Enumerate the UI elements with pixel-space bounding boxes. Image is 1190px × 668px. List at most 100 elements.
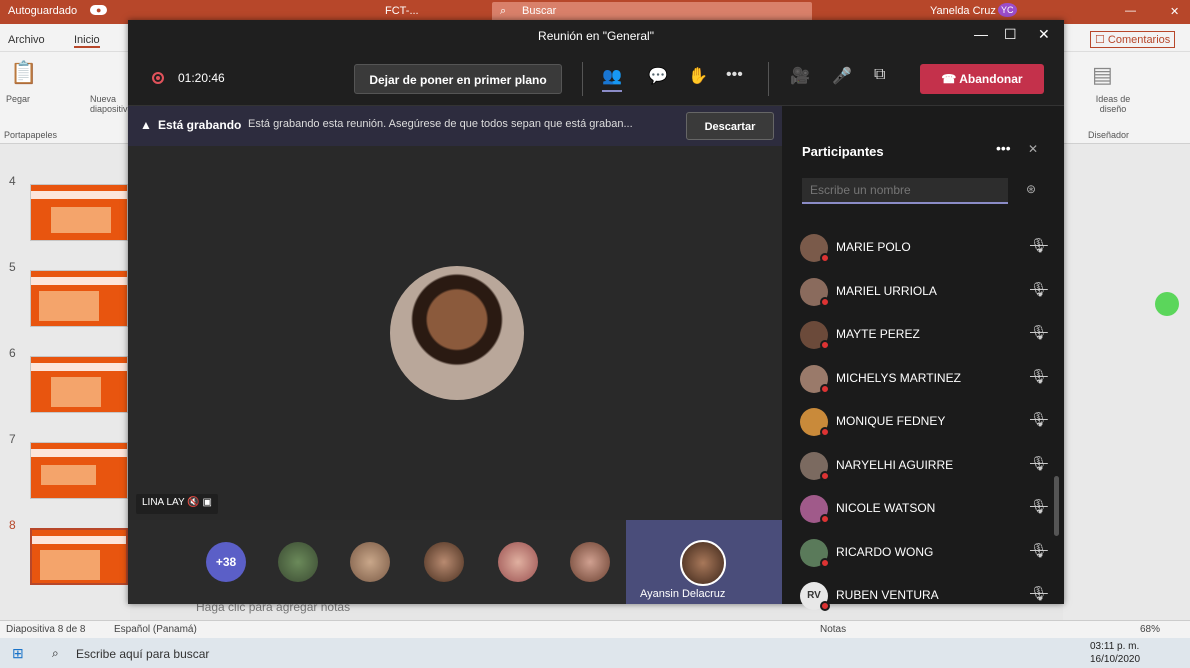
slide-thumb-7[interactable] (30, 442, 128, 499)
panel-scrollbar[interactable] (1054, 476, 1059, 536)
minimize-icon[interactable]: — (1125, 5, 1136, 17)
design-ideas-icon[interactable]: ▤ (1092, 62, 1113, 88)
chat-icon[interactable]: 💬 (648, 66, 668, 86)
participant-row[interactable]: NARYELHI AGUIRRE 🎙 (800, 448, 1050, 484)
spotlight-video[interactable] (390, 266, 524, 400)
featured-participant-tile[interactable]: Ayansin Delacruz (626, 520, 782, 604)
unspotlight-button[interactable]: Dejar de poner en primer plano (354, 64, 562, 94)
participants-panel: Participantes ••• ✕ ⊛ MARIE POLO🎙 MARIEL … (782, 106, 1064, 611)
participant-video-tile[interactable] (498, 542, 538, 582)
microphone-icon[interactable]: 🎤 (832, 66, 852, 86)
mic-muted-icon: 🎙 (1030, 280, 1048, 297)
participant-video-tile[interactable] (424, 542, 464, 582)
presence-badge (820, 340, 830, 350)
tab-archivo[interactable]: Archivo (8, 34, 45, 46)
comments-button[interactable]: ☐ Comentarios (1090, 31, 1176, 48)
avatar (800, 234, 830, 263)
dismiss-button[interactable]: Descartar (686, 112, 774, 140)
participant-video-tile[interactable] (278, 542, 318, 582)
more-participants-button[interactable]: +38 (206, 542, 246, 582)
avatar (800, 538, 830, 568)
participant-row[interactable]: RICARDO WONG 🎙 (800, 535, 1050, 571)
new-slide-label[interactable]: Nueva diapositiva (90, 94, 133, 114)
slide-canvas-edge (1063, 144, 1190, 620)
green-dot (1155, 292, 1179, 316)
more-options-icon[interactable]: ••• (726, 66, 743, 84)
status-bar: Diapositiva 8 de 8 Español (Panamá) Nota… (0, 620, 1190, 638)
windows-start-icon[interactable]: ⊞ (12, 645, 24, 662)
participant-row[interactable]: RV RUBEN VENTURA 🎙 (800, 578, 1050, 614)
comments-label: Comentarios (1107, 34, 1171, 46)
participant-row[interactable]: MAYTE PEREZ 🎙 (800, 317, 1050, 353)
camera-off-icon[interactable]: 🎥 (790, 66, 810, 86)
divider (768, 62, 769, 96)
more-options-icon[interactable]: ••• (996, 140, 1011, 156)
recording-text: Está grabando esta reunión. Asegúrese de… (248, 118, 633, 130)
participant-row[interactable]: NICOLE WATSON 🎙 (800, 491, 1050, 527)
paste-label: Pegar (6, 94, 31, 104)
slide-thumb-8[interactable] (30, 528, 128, 585)
featured-avatar (680, 540, 726, 586)
presence-badge (820, 253, 830, 263)
panel-title: Participantes (802, 144, 884, 159)
autosave-toggle[interactable]: ● (90, 5, 108, 15)
participants-icon[interactable]: 👥 (602, 66, 622, 92)
leave-label: Abandonar (959, 72, 1023, 86)
participant-video-tile[interactable] (350, 542, 390, 582)
search-icon: ⌕ (500, 5, 507, 17)
design-ideas-label[interactable]: Ideas de diseño (1088, 94, 1138, 114)
user-avatar[interactable]: YC (998, 3, 1017, 17)
zoom-level[interactable]: 68% (1140, 624, 1160, 635)
presence-badge (820, 514, 830, 524)
avatar (800, 321, 830, 350)
participant-search-input[interactable] (802, 178, 1008, 204)
presence-badge (820, 470, 830, 481)
participant-video-tile[interactable] (570, 542, 610, 582)
recording-icon (152, 72, 164, 84)
close-icon[interactable]: ✕ (1038, 26, 1050, 43)
clock-date[interactable]: 16/10/2020 (1090, 654, 1140, 665)
share-invite-icon[interactable]: ⊛ (1026, 182, 1036, 196)
featured-name: Ayansin Delacruz (640, 588, 726, 600)
mic-muted-icon: 🎙 (1030, 411, 1048, 427)
participant-name: RUBEN VENTURA (836, 588, 939, 602)
notes-button[interactable]: Notas (820, 624, 846, 635)
slide-number: 7 (9, 432, 16, 446)
mic-muted-icon: 🎙 (1030, 367, 1048, 384)
minimize-icon[interactable]: — (974, 26, 988, 42)
slide-number: 5 (9, 260, 16, 274)
taskbar-search[interactable]: Escribe aquí para buscar (76, 647, 209, 661)
recording-strong: Está grabando (158, 118, 242, 132)
slide-thumb-5[interactable] (30, 270, 128, 327)
slide-thumb-4[interactable] (30, 184, 128, 241)
mic-muted-icon: 🔇 ▣ (187, 497, 212, 508)
close-panel-icon[interactable]: ✕ (1028, 142, 1038, 156)
phone-hangup-icon: ☎ (941, 72, 960, 86)
tab-inicio[interactable]: Inicio (74, 34, 100, 48)
status-slide-count: Diapositiva 8 de 8 (6, 624, 86, 635)
ppt-search-box[interactable]: ⌕ Buscar (492, 2, 812, 22)
spotlight-stage: LINA LAY 🔇 ▣ (128, 146, 782, 520)
presence-badge (820, 601, 830, 611)
leave-button[interactable]: ☎ Abandonar (920, 64, 1044, 94)
slide-thumb-6[interactable] (30, 356, 128, 413)
participant-name: MARIEL URRIOLA (836, 283, 937, 298)
paste-icon[interactable]: 📋 (10, 60, 37, 86)
participant-name: RICARDO WONG (836, 544, 934, 559)
maximize-icon[interactable]: ☐ (1004, 26, 1017, 43)
participant-row[interactable]: MARIE POLO 🎙 (800, 230, 1050, 266)
participant-row[interactable]: MARIEL URRIOLA 🎙 (800, 274, 1050, 310)
slide-number: 4 (9, 174, 16, 188)
participant-row[interactable]: MICHELYS MARTINEZ 🎙 (800, 361, 1050, 397)
teams-title-bar: Reunión en "General" — ☐ ✕ (128, 20, 1064, 52)
participant-name: MAYTE PEREZ (836, 327, 920, 341)
teams-meeting-window: Reunión en "General" — ☐ ✕ 01:20:46 Deja… (128, 20, 1064, 611)
user-name: Yanelda Cruz (930, 5, 996, 17)
close-icon[interactable]: ✕ (1170, 5, 1179, 18)
participant-row[interactable]: MONIQUE FEDNEY 🎙 (800, 404, 1050, 440)
clock-time[interactable]: 03:11 p. m. (1090, 641, 1139, 652)
raise-hand-icon[interactable]: ✋ (688, 66, 708, 86)
status-language[interactable]: Español (Panamá) (114, 624, 197, 635)
share-screen-icon[interactable]: ⧉ (874, 66, 885, 84)
slide-number: 8 (9, 518, 16, 532)
